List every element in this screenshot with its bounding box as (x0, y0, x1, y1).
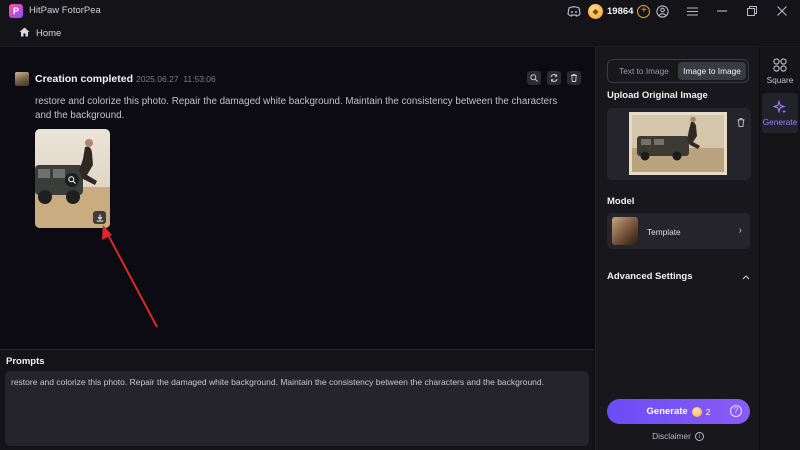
grid-icon (773, 57, 787, 72)
nav-label-generate: Generate (762, 116, 798, 127)
remove-image-icon[interactable] (737, 114, 745, 132)
download-icon (96, 214, 103, 221)
creation-prompt: restore and colorize this photo. Repair … (35, 96, 558, 121)
nav-label-square: Square (766, 74, 794, 85)
disclaimer-link[interactable]: Disclaimer i (596, 431, 760, 441)
home-label: Home (36, 28, 62, 39)
add-credits-icon[interactable]: + (637, 4, 651, 18)
delete-button[interactable] (567, 71, 581, 85)
home-icon (19, 27, 30, 40)
app-logo-letter: P (12, 6, 19, 16)
creation-avatar (15, 72, 29, 86)
navigation-bar: Home (0, 22, 800, 47)
mode-toggle: Text to Image Image to Image (607, 59, 749, 83)
nav-item-square[interactable]: Square (762, 51, 798, 91)
generate-label: Generate (646, 406, 688, 417)
generate-button[interactable]: Generate 2 ? (607, 399, 750, 424)
app-logo: P (9, 4, 23, 18)
refresh-icon (550, 74, 558, 82)
info-icon: i (694, 431, 704, 441)
menu-icon[interactable] (684, 3, 700, 19)
coin-icon: ◆ (588, 3, 603, 19)
creation-date: 2025.06.27 (136, 74, 179, 84)
download-button[interactable] (93, 211, 106, 224)
model-name: Template (647, 227, 681, 237)
nav-item-generate[interactable]: Generate (762, 93, 798, 133)
regenerate-button[interactable] (547, 71, 561, 85)
model-label: Model (607, 196, 635, 207)
discord-icon[interactable] (566, 3, 582, 19)
generate-cost: 2 (705, 406, 711, 417)
image-zoom-button[interactable] (65, 173, 79, 187)
close-icon[interactable] (774, 3, 790, 19)
original-image-thumbnail (629, 112, 727, 175)
prompts-label: Prompts (6, 356, 45, 367)
prompts-panel: Prompts restore and colorize this photo.… (0, 349, 594, 450)
credit-coin-icon (691, 406, 702, 417)
help-icon[interactable]: ? (730, 405, 742, 417)
disclaimer-label: Disclaimer (652, 431, 691, 441)
model-selector[interactable]: Template › (607, 213, 750, 249)
creation-title: Creation completed (35, 73, 134, 85)
zoom-button[interactable] (527, 71, 541, 85)
result-image[interactable] (35, 129, 110, 228)
trash-icon (571, 74, 577, 82)
advanced-settings-toggle[interactable]: Advanced Settings (607, 267, 750, 285)
zoom-icon (530, 74, 538, 82)
magnify-icon (68, 176, 76, 184)
credits-counter[interactable]: ◆ 19864 + (588, 3, 651, 19)
upload-area[interactable] (607, 108, 751, 180)
restore-window-icon[interactable] (744, 3, 760, 19)
chevron-up-icon (742, 267, 750, 285)
settings-panel: Text to Image Image to Image Upload Orig… (595, 47, 759, 450)
creation-time: 11:53:06 (183, 74, 216, 84)
side-navigation: Square Generate (760, 47, 800, 450)
tab-image-to-image[interactable]: Image to Image (678, 62, 746, 80)
minimize-icon[interactable] (714, 3, 730, 19)
home-button[interactable]: Home (19, 27, 61, 40)
chevron-right-icon: › (738, 225, 742, 236)
credits-amount: 19864 (607, 5, 634, 17)
title-bar: P HitPaw FotorPea ◆ 19864 + (0, 0, 800, 22)
generation-feed: Creation completed 2025.06.27 11:53:06 r… (0, 47, 594, 349)
prompts-textarea[interactable]: restore and colorize this photo. Repair … (5, 371, 589, 446)
app-title: HitPaw FotorPea (29, 5, 101, 16)
tab-text-to-image[interactable]: Text to Image (610, 62, 678, 80)
advanced-settings-label: Advanced Settings (607, 270, 693, 282)
upload-label: Upload Original Image (607, 90, 708, 101)
creation-timestamp: 2025.06.27 11:53:06 (136, 74, 216, 84)
user-profile-icon[interactable] (654, 3, 670, 19)
model-thumbnail (612, 217, 638, 245)
original-photo (629, 112, 727, 175)
sparkle-icon (773, 99, 786, 113)
